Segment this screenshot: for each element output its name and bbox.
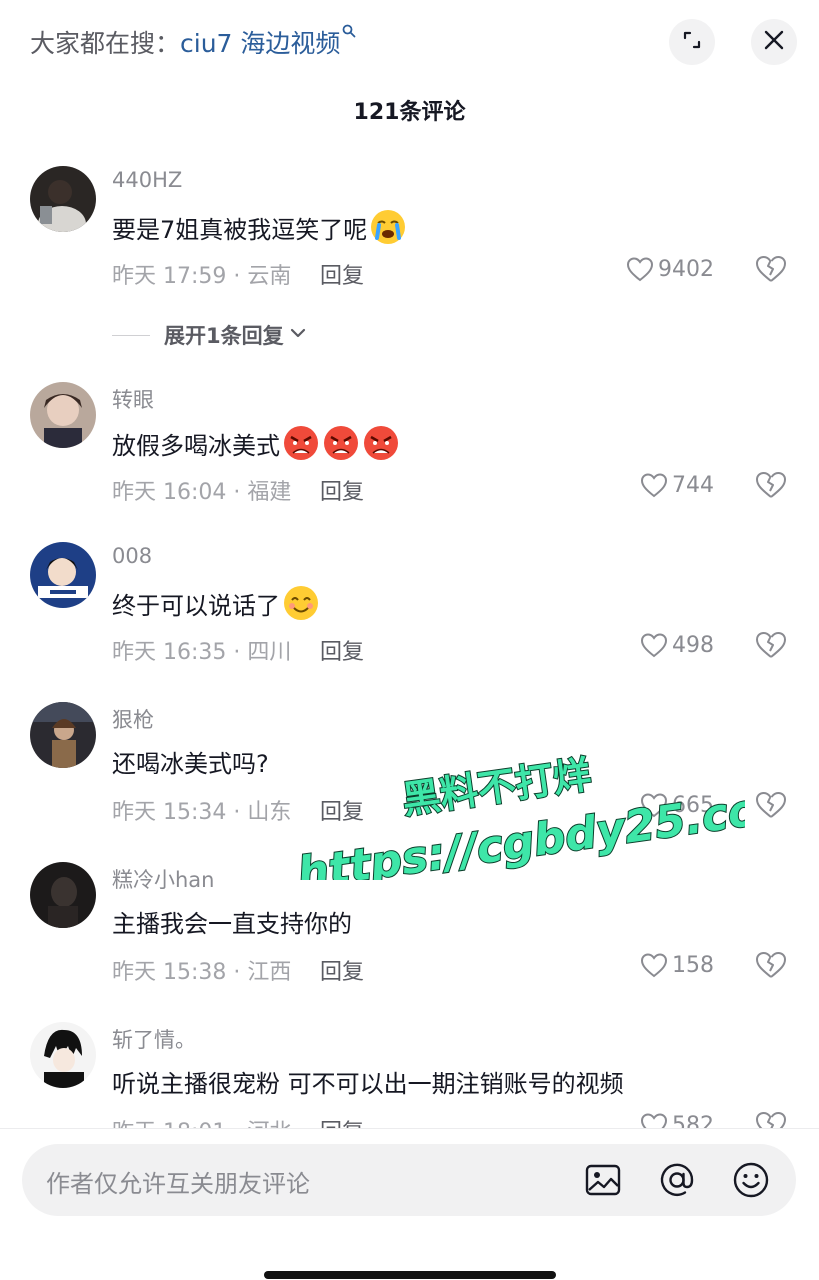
like-button[interactable]: 744 — [640, 472, 714, 498]
close-button[interactable] — [751, 19, 797, 65]
like-button[interactable]: 665 — [640, 792, 714, 818]
comment-text-body: 终于可以说话了 — [112, 591, 280, 620]
emoji-icon[interactable] — [732, 1161, 770, 1199]
comment-input-placeholder: 作者仅允许互关朋友评论 — [46, 1170, 310, 1198]
mention-icon[interactable] — [658, 1161, 696, 1199]
reply-button[interactable]: 回复 — [320, 474, 364, 506]
dislike-button[interactable] — [755, 630, 787, 664]
like-count: 744 — [672, 472, 714, 498]
comment-text-body: 还喝冰美式吗? — [112, 750, 269, 778]
comment-username[interactable]: 狠枪 — [112, 704, 154, 734]
like-count: 498 — [672, 632, 714, 658]
like-button[interactable]: 158 — [640, 952, 714, 978]
heart-icon — [626, 257, 654, 282]
angry-face-icon — [282, 424, 320, 462]
like-button[interactable]: 9402 — [626, 256, 714, 282]
comment-username[interactable]: 斩了情。 — [112, 1024, 196, 1054]
like-count: 665 — [672, 792, 714, 818]
comment-meta: 昨天 15:34 · 山东 — [112, 800, 292, 825]
image-icon[interactable] — [584, 1161, 622, 1199]
comment-meta: 昨天 17:59 · 云南 — [112, 264, 292, 289]
comment-meta: 昨天 15:38 · 江西 — [112, 960, 292, 985]
broken-heart-icon — [756, 472, 786, 498]
reply-button[interactable]: 回复 — [320, 258, 364, 290]
heart-icon — [640, 793, 668, 818]
expand-replies-label: 展开1条回复 — [164, 324, 284, 348]
home-indicator — [264, 1271, 556, 1279]
comment-text: 终于可以说话了 — [112, 584, 320, 622]
top-bar: 大家都在搜：ciu7 海边视频 — [0, 0, 819, 84]
search-suggestion-keyword[interactable]: ciu7 海边视频 — [180, 29, 340, 58]
comment-item: 转眼 放假多喝冰美式 昨天 16:04 · 福建 回复 744 — [0, 382, 819, 522]
like-count: 158 — [672, 952, 714, 978]
dislike-button[interactable] — [755, 254, 787, 288]
comment-item: 008 终于可以说话了 昨天 16:35 · 四川 回复 498 — [0, 542, 819, 682]
avatar[interactable] — [30, 702, 96, 768]
reply-button[interactable]: 回复 — [320, 634, 364, 666]
comment-username[interactable]: 008 — [112, 544, 152, 568]
search-suggestion-prefix: 大家都在搜： — [30, 29, 181, 58]
angry-face-icon — [362, 424, 400, 462]
broken-heart-icon — [756, 792, 786, 818]
comment-meta: 昨天 16:04 · 福建 — [112, 480, 292, 505]
search-icon — [342, 24, 356, 42]
comment-meta: 昨天 16:35 · 四川 — [112, 640, 292, 665]
chevron-down-icon — [288, 323, 308, 348]
like-button[interactable]: 498 — [640, 632, 714, 658]
divider — [112, 334, 150, 336]
search-suggestion[interactable]: 大家都在搜：ciu7 海边视频 — [30, 24, 356, 60]
avatar[interactable] — [30, 166, 96, 232]
angry-face-icon — [322, 424, 360, 462]
comment-text-body: 主播我会一直支持你的 — [112, 910, 352, 938]
comment-username[interactable]: 糕冷小han — [112, 864, 215, 894]
heart-icon — [640, 473, 668, 498]
avatar[interactable] — [30, 1022, 96, 1088]
broken-heart-icon — [756, 256, 786, 282]
comment-item: 狠枪 还喝冰美式吗? 昨天 15:34 · 山东 回复 665 — [0, 702, 819, 842]
comment-text: 听说主播很宠粉 可不可以出一期注销账号的视频 — [112, 1064, 624, 1099]
heart-icon — [640, 633, 668, 658]
comment-input[interactable]: 作者仅允许互关朋友评论 — [22, 1144, 796, 1216]
comment-text-body: 听说主播很宠粉 可不可以出一期注销账号的视频 — [112, 1070, 624, 1098]
comments-count-title: 121条评论 — [353, 100, 466, 125]
reply-button[interactable]: 回复 — [320, 954, 364, 986]
comment-text-body: 放假多喝冰美式 — [112, 431, 280, 460]
comment-text: 还喝冰美式吗? — [112, 744, 269, 779]
avatar[interactable] — [30, 542, 96, 608]
comment-text: 主播我会一直支持你的 — [112, 904, 352, 939]
expand-icon — [681, 29, 703, 55]
expand-button[interactable] — [669, 19, 715, 65]
dislike-button[interactable] — [755, 950, 787, 984]
comment-username[interactable]: 转眼 — [112, 384, 154, 414]
comment-item: 440HZ 要是7姐真被我逗笑了呢 昨天 17:59 · 云南 回复 9402 — [0, 166, 819, 306]
comment-text: 放假多喝冰美式 — [112, 424, 400, 462]
smiling-face-icon — [282, 584, 320, 622]
heart-icon — [640, 953, 668, 978]
avatar[interactable] — [30, 382, 96, 448]
expand-replies-toggle[interactable]: 展开1条回复 — [112, 320, 308, 350]
comment-item: 糕冷小han 主播我会一直支持你的 昨天 15:38 · 江西 回复 158 — [0, 862, 819, 1002]
dislike-button[interactable] — [755, 470, 787, 504]
avatar[interactable] — [30, 862, 96, 928]
dislike-button[interactable] — [755, 790, 787, 824]
comment-username[interactable]: 440HZ — [112, 168, 182, 192]
broken-heart-icon — [756, 952, 786, 978]
comment-text-body: 要是7姐真被我逗笑了呢 — [112, 215, 368, 244]
reply-button[interactable]: 回复 — [320, 794, 364, 826]
broken-heart-icon — [756, 632, 786, 658]
crying-face-icon — [369, 208, 407, 246]
comment-text: 要是7姐真被我逗笑了呢 — [112, 208, 407, 246]
close-icon — [763, 29, 785, 55]
like-count: 9402 — [658, 256, 714, 282]
